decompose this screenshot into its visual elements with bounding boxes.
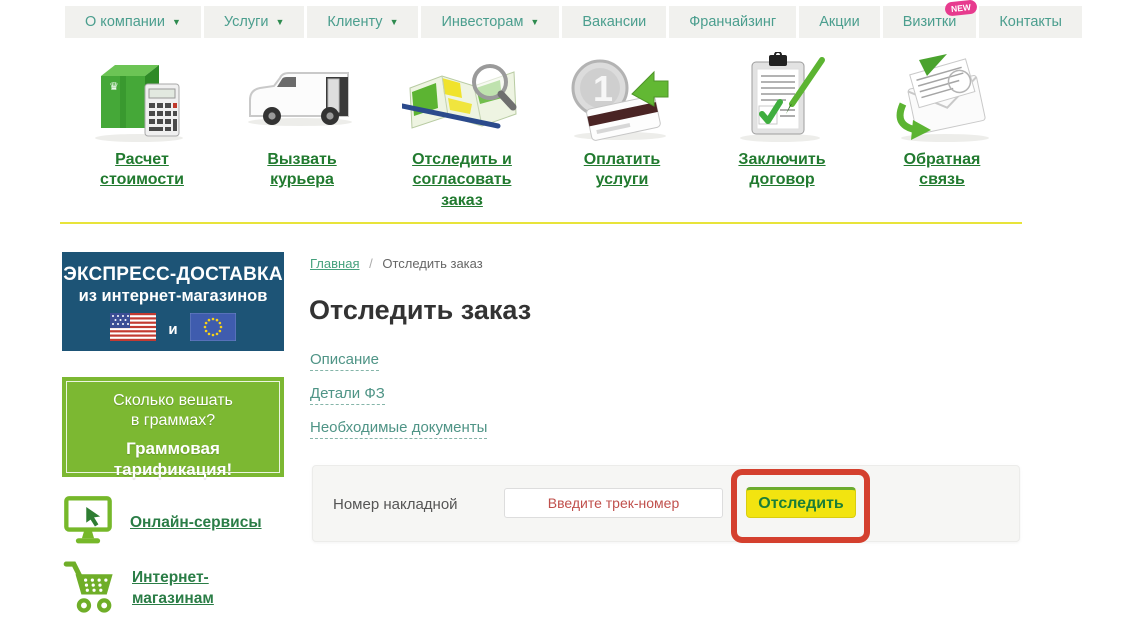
breadcrumb: Главная / Отследить заказ — [310, 256, 483, 271]
nav-item-promotions[interactable]: Акции — [799, 6, 880, 38]
service-sign-contract[interactable]: Заключить договор — [702, 50, 862, 211]
track-button[interactable]: Отследить — [746, 487, 856, 518]
nav-label: Визитки — [903, 14, 957, 30]
toggle-links: Описание Детали ФЗ Необходимые документы — [310, 351, 487, 453]
waybill-number-label: Номер накладной — [333, 496, 458, 513]
banner-line: Граммовая — [67, 439, 279, 460]
nav-item-business-cards[interactable]: Визитки NEW — [883, 6, 977, 38]
top-nav: О компании ▼ Услуги ▼ Клиенту ▼ Инвестор… — [65, 6, 1082, 38]
gram-tariff-banner[interactable]: Сколько вешать в граммах? Граммовая тари… — [62, 377, 284, 477]
map-magnifier-icon — [382, 50, 542, 144]
express-delivery-banner[interactable]: ЭКСПРЕСС-ДОСТАВКА из интернет-магазинов — [62, 252, 284, 351]
nav-item-investors[interactable]: Инвесторам ▼ — [421, 6, 559, 38]
eu-flag-icon — [190, 313, 236, 346]
nav-label: О компании — [85, 14, 165, 30]
page: О компании ▼ Услуги ▼ Клиенту ▼ Инвестор… — [0, 0, 1121, 636]
chevron-down-icon: ▼ — [390, 17, 399, 27]
nav-item-services[interactable]: Услуги ▼ — [204, 6, 305, 38]
courier-van-icon — [222, 50, 382, 144]
service-label[interactable]: Расчет стоимости — [81, 150, 203, 191]
nav-item-franchising[interactable]: Франчайзинг — [669, 6, 796, 38]
banner-line: ЭКСПРЕСС-ДОСТАВКА — [62, 264, 284, 286]
nav-item-vacancies[interactable]: Вакансии — [562, 6, 666, 38]
usa-flag-icon — [110, 313, 156, 346]
chevron-down-icon: ▼ — [172, 17, 181, 27]
online-services-link[interactable]: Онлайн-сервисы — [130, 514, 262, 532]
nav-label: Услуги — [224, 14, 269, 30]
nav-label: Контакты — [999, 14, 1062, 30]
monitor-cursor-icon — [62, 492, 114, 553]
shopping-cart-icon — [62, 556, 116, 621]
envelope-arrows-icon — [862, 50, 1022, 144]
chevron-down-icon: ▼ — [530, 17, 539, 27]
service-label[interactable]: Отследить и согласовать заказ — [401, 150, 523, 211]
nav-item-client[interactable]: Клиенту ▼ — [307, 6, 418, 38]
toggle-description[interactable]: Описание — [310, 351, 379, 371]
breadcrumb-current: Отследить заказ — [382, 256, 482, 271]
tracking-form: Номер накладной Отследить — [312, 465, 1020, 542]
service-label[interactable]: Оплатить услуги — [561, 150, 683, 191]
svg-text:♛: ♛ — [109, 81, 119, 93]
nav-label: Инвесторам — [441, 14, 523, 30]
service-label[interactable]: Вызвать курьера — [241, 150, 363, 191]
internet-shops-row: Интернет-магазинам — [62, 556, 244, 621]
yellow-divider — [60, 222, 1022, 224]
conjunction-text: и — [168, 321, 177, 338]
coin-card-icon: 1 — [542, 50, 702, 144]
toggle-fz-details[interactable]: Детали ФЗ — [310, 385, 385, 405]
track-number-input[interactable] — [504, 488, 723, 518]
chevron-down-icon: ▼ — [276, 17, 285, 27]
breadcrumb-separator: / — [369, 256, 373, 271]
service-label[interactable]: Заключить договор — [721, 150, 843, 191]
toggle-required-documents[interactable]: Необходимые документы — [310, 419, 487, 439]
service-pay-services[interactable]: 1 Оплатить услуги — [542, 50, 702, 211]
nav-item-contacts[interactable]: Контакты — [979, 6, 1082, 38]
banner-line: тарификация! — [67, 460, 279, 481]
services-row: ♛ Расчет стоимости — [62, 50, 1022, 211]
internet-shops-link[interactable]: Интернет-магазинам — [132, 568, 244, 608]
service-label[interactable]: Обратная связь — [881, 150, 1003, 191]
banner-line: Сколько вешать — [67, 391, 279, 411]
service-feedback[interactable]: Обратная связь — [862, 50, 1022, 211]
svg-text:1: 1 — [593, 68, 613, 109]
new-badge: NEW — [944, 0, 977, 17]
nav-item-company[interactable]: О компании ▼ — [65, 6, 201, 38]
clipboard-pen-icon — [702, 50, 862, 144]
service-cost-calculation[interactable]: ♛ Расчет стоимости — [62, 50, 222, 211]
nav-label: Франчайзинг — [689, 14, 776, 30]
service-track-order[interactable]: Отследить и согласовать заказ — [382, 50, 542, 211]
nav-label: Акции — [819, 14, 860, 30]
banner-line: из интернет-магазинов — [62, 287, 284, 306]
online-services-row: Онлайн-сервисы — [62, 492, 262, 553]
nav-label: Клиенту — [327, 14, 382, 30]
nav-label: Вакансии — [582, 14, 646, 30]
banner-line: в граммах? — [67, 411, 279, 431]
breadcrumb-home-link[interactable]: Главная — [310, 256, 359, 271]
box-calculator-icon: ♛ — [62, 50, 222, 144]
service-call-courier[interactable]: Вызвать курьера — [222, 50, 382, 211]
page-title: Отследить заказ — [309, 295, 531, 326]
